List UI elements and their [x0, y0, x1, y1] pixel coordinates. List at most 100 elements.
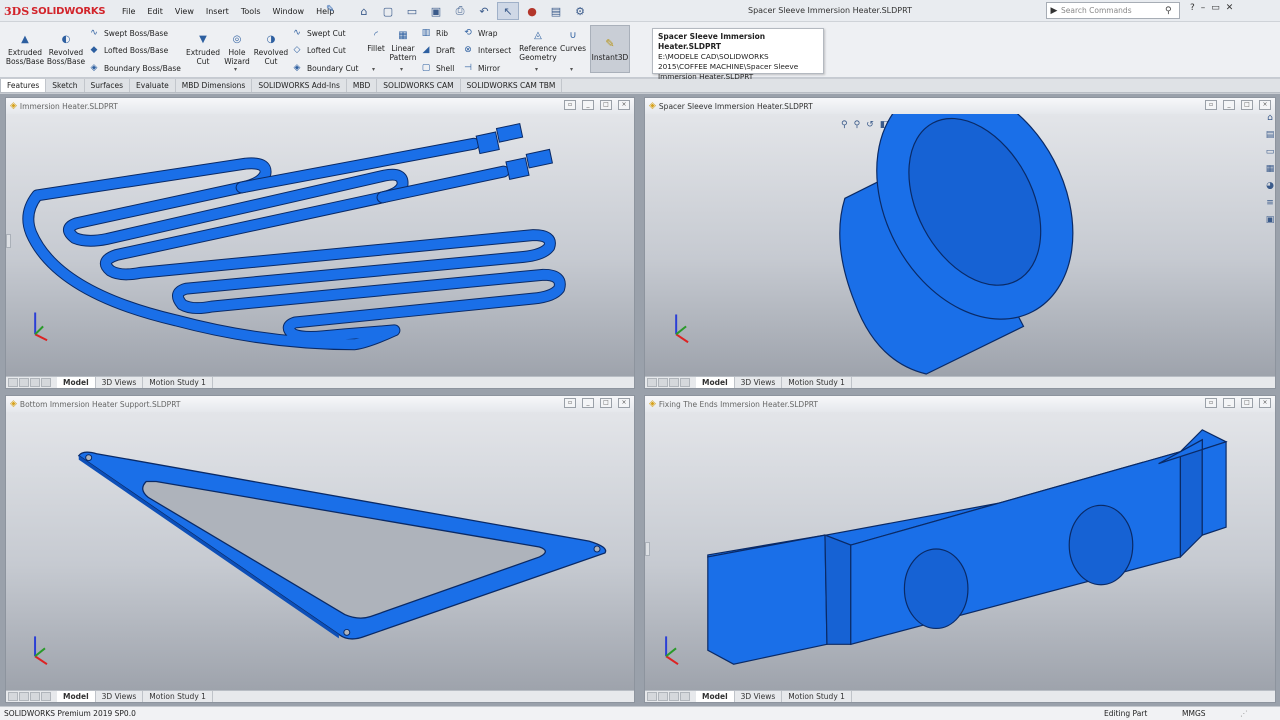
tab-mbd-dimensions[interactable]: MBD Dimensions — [176, 79, 253, 92]
graphics-area[interactable] — [645, 412, 1275, 690]
menu-edit[interactable]: Edit — [141, 7, 169, 16]
menu-tools[interactable]: Tools — [235, 7, 267, 16]
tile-icon[interactable]: ▫ — [1205, 398, 1217, 408]
tab-3d-views[interactable]: 3D Views — [96, 377, 144, 388]
rib-button[interactable]: ▥ Rib — [420, 26, 448, 40]
tab-cam-tbm[interactable]: SOLIDWORKS CAM TBM — [461, 79, 563, 92]
extruded-boss-button[interactable]: ▲ Extruded Boss/Base — [6, 32, 44, 66]
tab-mbd[interactable]: MBD — [347, 79, 378, 92]
revolved-boss-button[interactable]: ◐ Revolved Boss/Base — [47, 32, 85, 66]
reference-geometry-button[interactable]: ◬ Reference Geometry — [518, 28, 558, 62]
tab-scroll-arrows[interactable] — [647, 692, 690, 701]
unit-system[interactable]: MMGS — [1182, 707, 1206, 720]
lofted-cut-button[interactable]: ◇ Lofted Cut — [291, 43, 346, 57]
feature-tree-flyout-tab[interactable] — [6, 234, 11, 248]
search-commands[interactable]: ▶ Search Commands ⚲ — [1046, 2, 1180, 19]
tab-motion-study[interactable]: Motion Study 1 — [782, 377, 852, 388]
menu-file[interactable]: File — [116, 7, 141, 16]
tab-model[interactable]: Model — [696, 377, 735, 388]
tab-motion-study[interactable]: Motion Study 1 — [782, 691, 852, 702]
search-icon[interactable]: ⚲ — [1165, 6, 1179, 16]
maximize-icon[interactable]: □ — [1241, 398, 1253, 408]
resources-home-icon[interactable]: ⌂ — [1264, 112, 1276, 123]
menu-view[interactable]: View — [169, 7, 200, 16]
shell-button[interactable]: ▢ Shell — [420, 61, 455, 75]
minimize-icon[interactable]: _ — [1223, 100, 1235, 110]
tab-model[interactable]: Model — [696, 691, 735, 702]
curves-dropdown-icon[interactable]: ▾ — [570, 66, 573, 73]
close-icon[interactable]: × — [618, 100, 630, 110]
tab-surfaces[interactable]: Surfaces — [85, 79, 131, 92]
mirror-button[interactable]: ⊣ Mirror — [462, 61, 500, 75]
swept-cut-button[interactable]: ∿ Swept Cut — [291, 26, 345, 40]
close-icon[interactable]: ✕ — [1226, 3, 1234, 13]
file-properties-icon[interactable]: ▤ — [545, 2, 567, 20]
custom-properties-icon[interactable]: ≡ — [1264, 197, 1276, 208]
tab-scroll-arrows[interactable] — [647, 378, 690, 387]
lofted-boss-button[interactable]: ◆ Lofted Boss/Base — [88, 43, 169, 57]
menu-insert[interactable]: Insert — [200, 7, 235, 16]
boundary-cut-button[interactable]: ◈ Boundary Cut — [291, 61, 359, 75]
tab-addins[interactable]: SOLIDWORKS Add-Ins — [252, 79, 347, 92]
tab-model[interactable]: Model — [57, 691, 96, 702]
solidworks-logo[interactable]: 3DS SOLIDWORKS — [4, 3, 106, 19]
save-icon[interactable]: ▣ — [425, 2, 447, 20]
minimize-icon[interactable]: _ — [1223, 398, 1235, 408]
close-icon[interactable]: × — [1259, 398, 1271, 408]
forum-icon[interactable]: ▣ — [1264, 214, 1276, 225]
tab-motion-study[interactable]: Motion Study 1 — [143, 691, 213, 702]
search-input[interactable]: Search Commands — [1061, 6, 1165, 15]
viewport-fixing-ends[interactable]: ◈ Fixing The Ends Immersion Heater.SLDPR… — [644, 395, 1276, 703]
tab-scroll-arrows[interactable] — [8, 378, 51, 387]
tab-3d-views[interactable]: 3D Views — [735, 691, 783, 702]
graphics-area[interactable] — [6, 412, 634, 690]
maximize-icon[interactable]: □ — [600, 100, 612, 110]
minimize-icon[interactable]: – — [1201, 3, 1206, 13]
tile-icon[interactable]: ▫ — [564, 100, 576, 110]
file-explorer-icon[interactable]: ▭ — [1264, 146, 1276, 157]
feature-tree-flyout-tab[interactable] — [645, 542, 650, 556]
resize-grip-icon[interactable]: ⋰ — [1240, 707, 1248, 720]
viewport-bottom-support[interactable]: ◈ Bottom Immersion Heater Support.SLDPRT… — [5, 395, 635, 703]
new-document-icon[interactable]: ▢ — [377, 2, 399, 20]
wrap-button[interactable]: ⟲ Wrap — [462, 26, 497, 40]
viewport-spacer-sleeve[interactable]: ◈ Spacer Sleeve Immersion Heater.SLDPRT … — [644, 97, 1276, 389]
tab-motion-study[interactable]: Motion Study 1 — [143, 377, 213, 388]
maximize-icon[interactable]: □ — [600, 398, 612, 408]
tab-model[interactable]: Model — [57, 377, 96, 388]
traffic-light-icon[interactable]: ● — [521, 2, 543, 20]
linear-pattern-button[interactable]: ▦ Linear Pattern — [388, 28, 418, 62]
revolved-cut-button[interactable]: ◑ Revolved Cut — [252, 32, 290, 66]
viewport-immersion-heater[interactable]: ◈ Immersion Heater.SLDPRT ▫ _ □ × Model … — [5, 97, 635, 389]
curves-button[interactable]: ∪ Curves — [558, 28, 588, 53]
minimize-icon[interactable]: _ — [582, 100, 594, 110]
tab-sketch[interactable]: Sketch — [46, 79, 85, 92]
tab-3d-views[interactable]: 3D Views — [735, 377, 783, 388]
undo-icon[interactable]: ↶ — [473, 2, 495, 20]
view-palette-icon[interactable]: ▦ — [1264, 163, 1276, 174]
close-icon[interactable]: × — [618, 398, 630, 408]
tab-scroll-arrows[interactable] — [8, 692, 51, 701]
tile-icon[interactable]: ▫ — [564, 398, 576, 408]
options-gear-icon[interactable]: ⚙ — [569, 2, 591, 20]
pin-menu-icon[interactable]: ✎ — [326, 4, 334, 15]
appearances-icon[interactable]: ◕ — [1264, 180, 1276, 191]
open-folder-icon[interactable]: ▭ — [401, 2, 423, 20]
home-icon[interactable]: ⌂ — [353, 2, 375, 20]
minimize-icon[interactable]: _ — [582, 398, 594, 408]
menu-window[interactable]: Window — [267, 7, 311, 16]
boundary-boss-button[interactable]: ◈ Boundary Boss/Base — [88, 61, 181, 75]
maximize-icon[interactable]: □ — [1241, 100, 1253, 110]
swept-boss-button[interactable]: ∿ Swept Boss/Base — [88, 26, 168, 40]
fillet-dropdown-icon[interactable]: ▾ — [372, 66, 375, 73]
instant3d-button[interactable]: ✎ Instant3D — [590, 25, 630, 73]
graphics-area[interactable] — [6, 114, 634, 376]
graphics-area[interactable]: ⚲ ⚲ ↺ ◧ ◩ ▣ ◙ ◉ ◕ ◐ ▭ — [645, 114, 1275, 376]
restore-icon[interactable]: ▭ — [1211, 3, 1220, 13]
design-library-icon[interactable]: ▤ — [1264, 129, 1276, 140]
tile-icon[interactable]: ▫ — [1205, 100, 1217, 110]
tab-features[interactable]: Features — [0, 79, 47, 92]
intersect-button[interactable]: ⊗ Intersect — [462, 43, 511, 57]
pattern-dropdown-icon[interactable]: ▾ — [400, 66, 403, 73]
search-mode-icon[interactable]: ▶ — [1047, 6, 1061, 16]
